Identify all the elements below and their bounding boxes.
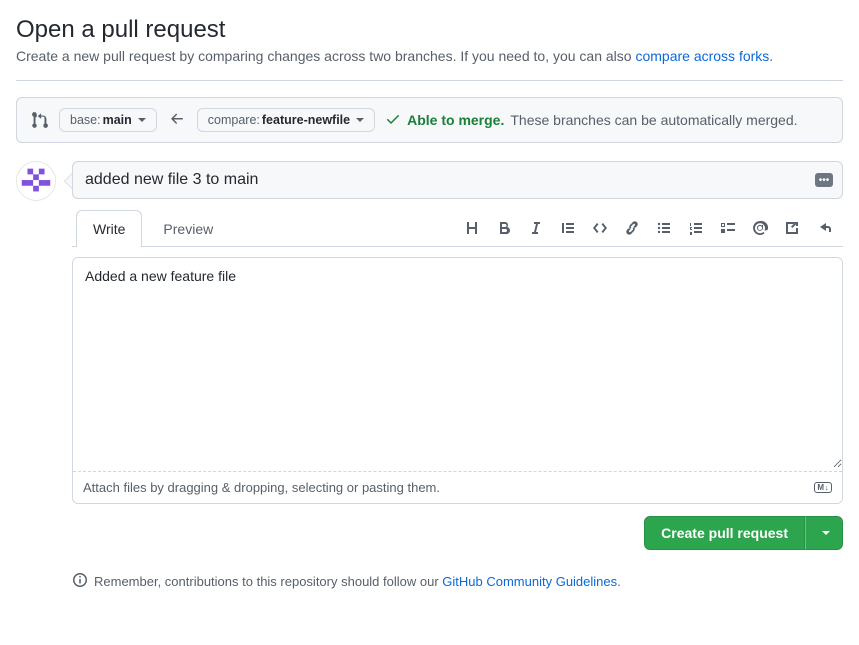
markdown-toolbar (463, 219, 839, 237)
footer-after: . (617, 574, 621, 589)
markdown-supported-icon[interactable]: M↓ (814, 482, 832, 493)
quote-icon[interactable] (559, 219, 577, 237)
compare-forks-link[interactable]: compare across forks (635, 48, 769, 64)
pr-body-textarea[interactable] (73, 258, 842, 468)
chevron-down-icon (356, 118, 364, 122)
list-ordered-icon[interactable] (687, 219, 705, 237)
italic-icon[interactable] (527, 219, 545, 237)
chevron-down-icon (138, 118, 146, 122)
footer-before: Remember, contributions to this reposito… (94, 574, 442, 589)
page-title: Open a pull request (16, 16, 843, 44)
divider (16, 80, 843, 81)
range-bar: base: main compare: feature-newfile Able… (16, 97, 843, 143)
code-icon[interactable] (591, 219, 609, 237)
link-icon[interactable] (623, 219, 641, 237)
title-action-badge[interactable]: ••• (815, 173, 833, 187)
subtitle-text: Create a new pull request by comparing c… (16, 48, 635, 64)
contributing-note: Remember, contributions to this reposito… (72, 572, 843, 591)
tab-write[interactable]: Write (76, 210, 142, 247)
info-icon (72, 572, 88, 591)
base-label: base: (70, 113, 101, 127)
tasklist-icon[interactable] (719, 219, 737, 237)
create-pull-request-button[interactable]: Create pull request (644, 516, 805, 550)
subtitle-after: . (769, 48, 773, 64)
attach-hint: Attach files by dragging & dropping, sel… (83, 480, 440, 495)
tab-preview[interactable]: Preview (146, 210, 230, 247)
compare-branch-selector[interactable]: compare: feature-newfile (197, 108, 375, 132)
arrow-left-icon (167, 111, 187, 130)
reply-icon[interactable] (815, 219, 833, 237)
merge-message: These branches can be automatically merg… (510, 112, 797, 128)
merge-status: Able to merge. These branches can be aut… (385, 111, 797, 130)
mention-icon[interactable] (751, 219, 769, 237)
avatar (16, 161, 56, 201)
speech-bubble-arrow (64, 173, 72, 189)
pr-title-input[interactable] (72, 161, 843, 199)
community-guidelines-link[interactable]: GitHub Community Guidelines (442, 574, 617, 589)
list-unordered-icon[interactable] (655, 219, 673, 237)
bold-icon[interactable] (495, 219, 513, 237)
cross-reference-icon[interactable] (783, 219, 801, 237)
compare-label: compare: (208, 113, 260, 127)
merge-ok-text: Able to merge. (407, 112, 504, 128)
base-value: main (103, 113, 132, 127)
base-branch-selector[interactable]: base: main (59, 108, 157, 132)
compare-value: feature-newfile (262, 113, 350, 127)
page-subtitle: Create a new pull request by comparing c… (16, 48, 843, 64)
chevron-down-icon (822, 531, 830, 535)
attach-footer[interactable]: Attach files by dragging & dropping, sel… (73, 471, 842, 503)
editor-tabs: Write Preview (76, 209, 230, 246)
git-compare-icon (31, 111, 49, 129)
check-icon (385, 111, 401, 130)
create-pull-request-dropdown[interactable] (805, 516, 843, 550)
heading-icon[interactable] (463, 219, 481, 237)
